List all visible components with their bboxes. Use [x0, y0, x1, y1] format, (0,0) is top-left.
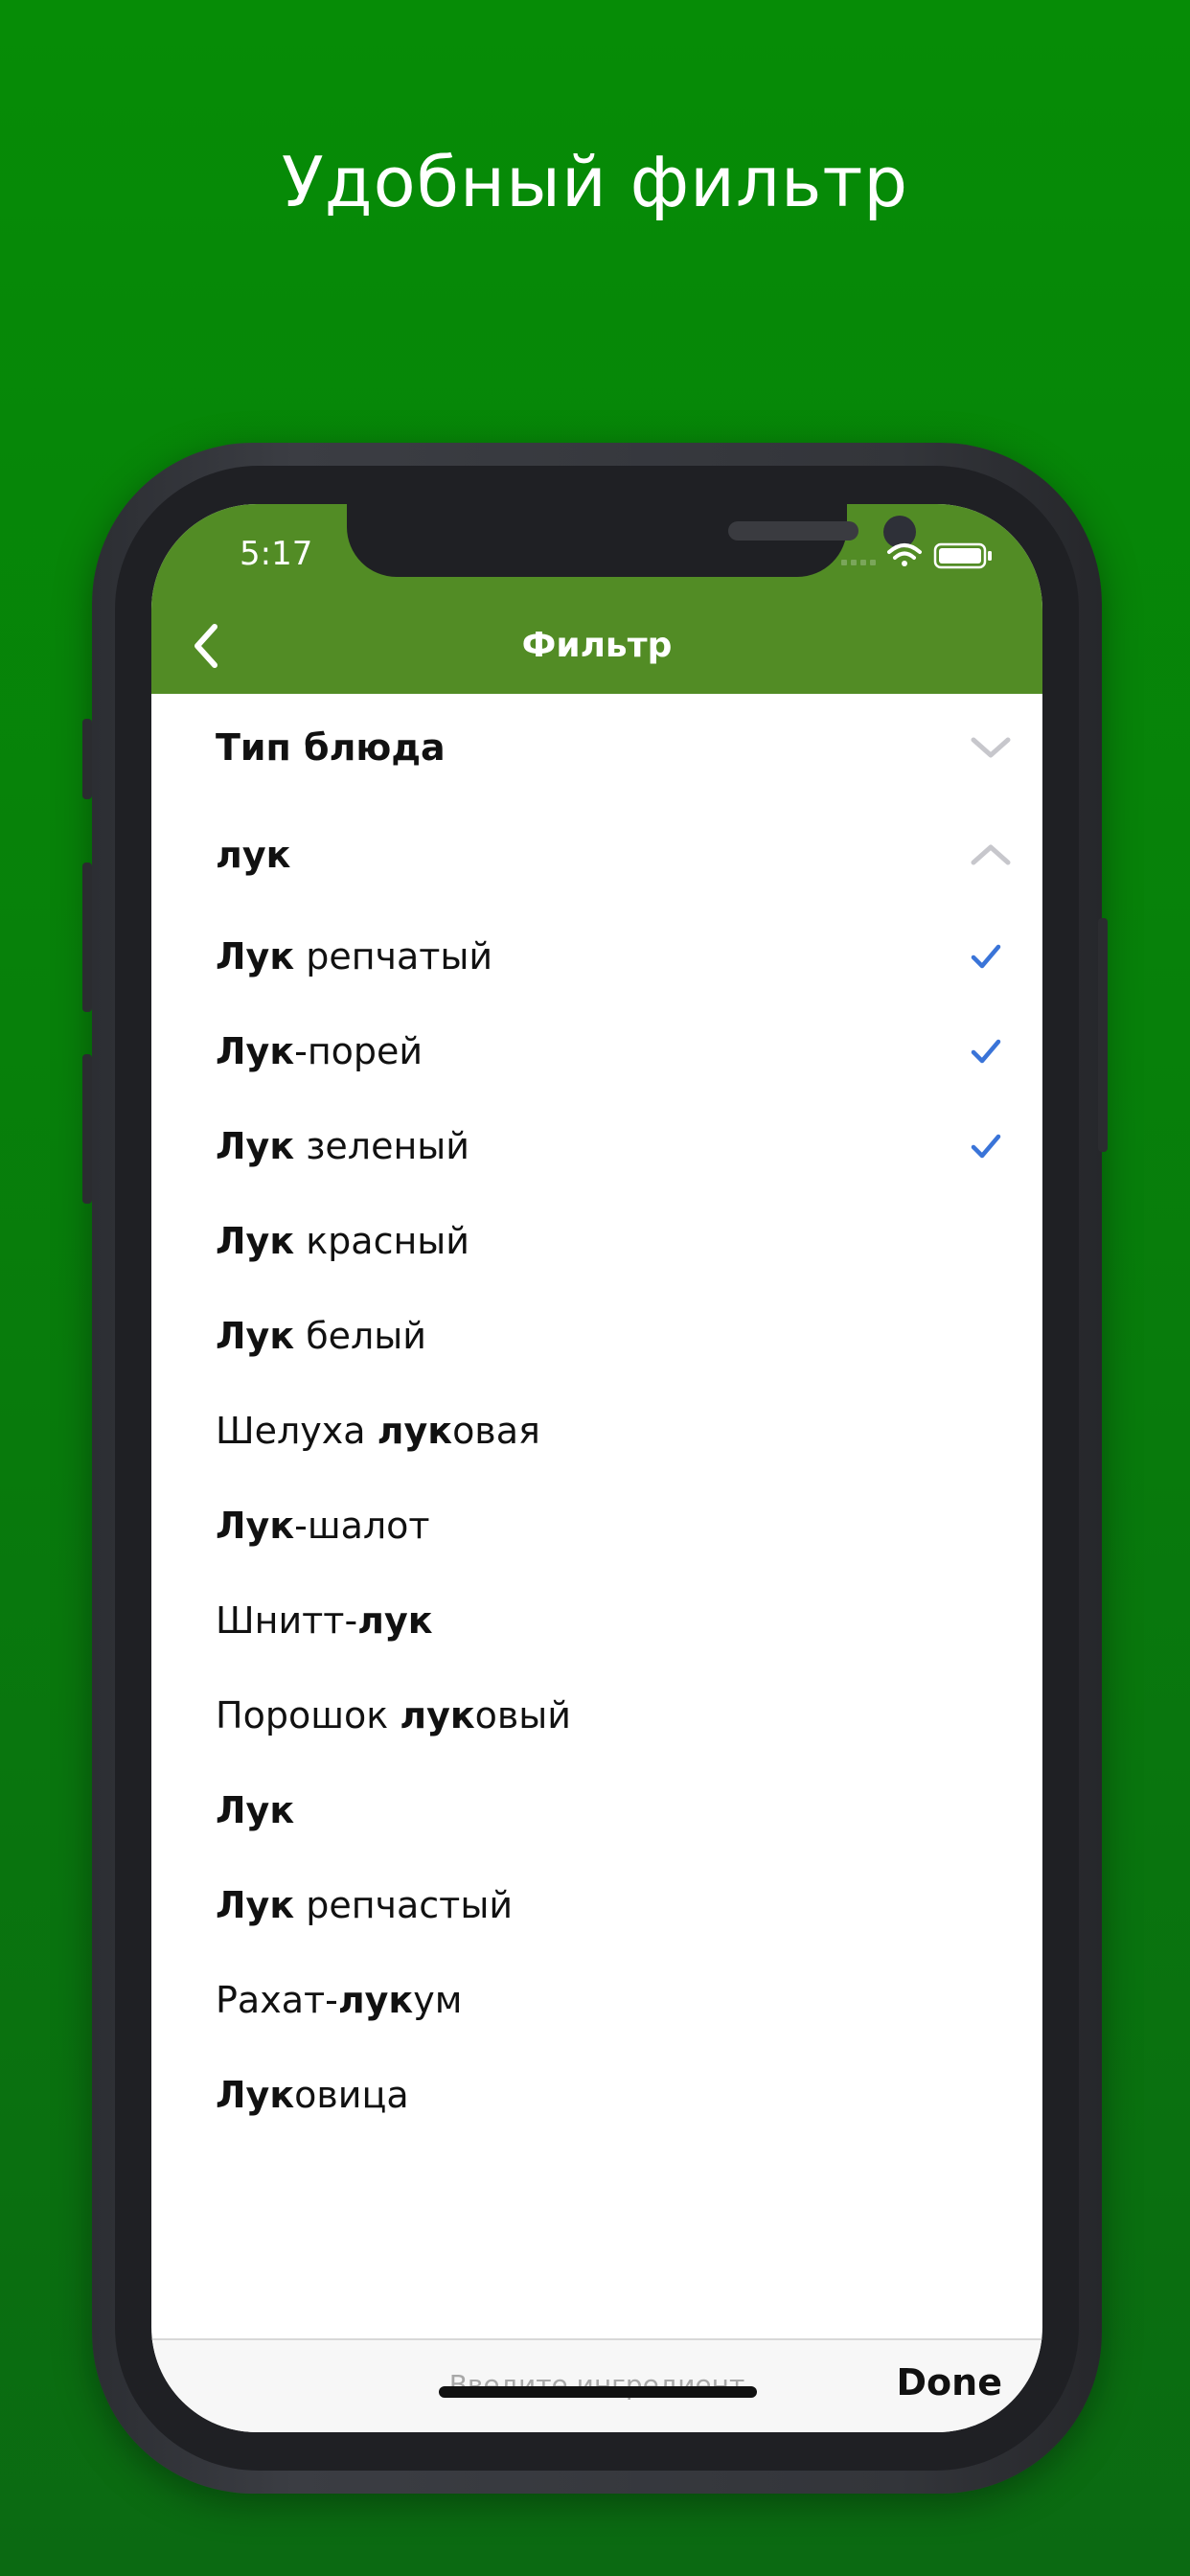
section-label: Тип блюда — [216, 726, 446, 769]
promo-headline: Удобный фильтр — [281, 142, 909, 222]
label-text: -шалот — [294, 1504, 430, 1547]
match-highlight: лук — [400, 1693, 475, 1736]
label-text: Рахат- — [216, 1978, 338, 2021]
ingredient-row[interactable]: Лук зеленый — [151, 1098, 1042, 1193]
ingredient-label: Шнитт-лук — [216, 1599, 433, 1642]
ingredient-row[interactable]: Лук белый — [151, 1288, 1042, 1383]
status-time: 5:17 — [240, 535, 313, 573]
ingredient-label: Шелуха луковая — [216, 1410, 540, 1452]
notch — [347, 504, 916, 577]
phone-power-button — [1098, 918, 1108, 1152]
match-highlight: Лук — [216, 2073, 295, 2116]
phone-side-button — [82, 719, 92, 799]
match-highlight: лук — [377, 1409, 453, 1452]
home-indicator — [439, 2386, 757, 2398]
ingredient-row[interactable]: Лук-шалот — [151, 1478, 1042, 1573]
ingredient-row[interactable]: Лук репчатый — [151, 908, 1042, 1003]
chevron-down-icon — [971, 737, 1011, 758]
ingredient-row[interactable]: Лук-порей — [151, 1003, 1042, 1098]
ingredient-label: Порошок луковый — [216, 1694, 571, 1736]
status-icons — [841, 539, 1023, 569]
label-text: -порей — [294, 1029, 423, 1072]
status-bar: 5:17 — [151, 504, 1042, 598]
ingredient-row[interactable]: Рахат-лукум — [151, 1952, 1042, 2047]
nav-bar: Фильтр — [151, 598, 1042, 694]
match-highlight: Лук — [216, 934, 295, 978]
ingredient-label: Лук красный — [216, 1220, 469, 1262]
label-text: зеленый — [294, 1124, 469, 1167]
ingredient-list: Лук репчатый Лук-порей Лук зеленый Лук крас… — [151, 908, 1042, 2142]
back-button[interactable] — [182, 619, 236, 673]
chevron-left-icon — [195, 624, 217, 668]
checkmark-icon — [971, 1039, 1001, 1063]
ingredient-label: Лук репчастый — [216, 1884, 513, 1926]
checkmark-icon — [971, 944, 1001, 968]
ingredient-label: Лук — [216, 1789, 294, 1831]
match-highlight: лук — [357, 1598, 433, 1642]
match-highlight: Лук — [216, 1124, 295, 1167]
battery-icon — [933, 542, 992, 569]
ingredient-label: Лук-порей — [216, 1030, 423, 1072]
match-highlight: Лук — [216, 1788, 295, 1831]
bottom-bar: Done — [151, 2338, 1042, 2432]
speaker-grille — [728, 521, 858, 540]
checkmark-icon — [971, 1134, 1001, 1158]
label-text: репчастый — [294, 1883, 514, 1926]
ingredient-label: Лук репчатый — [216, 935, 492, 978]
page-title: Фильтр — [521, 626, 673, 665]
section-label: лук — [216, 834, 291, 876]
label-text: красный — [294, 1219, 469, 1262]
label-text: Шелуха — [216, 1409, 378, 1452]
ingredient-row[interactable]: Шнитт-лук — [151, 1573, 1042, 1668]
section-search-term[interactable]: лук — [151, 801, 1042, 908]
label-text: Шнитт- — [216, 1598, 358, 1642]
ingredient-label: Луковица — [216, 2074, 409, 2116]
section-dish-type[interactable]: Тип блюда — [151, 694, 1042, 801]
label-text: овый — [474, 1693, 571, 1736]
label-text: овица — [294, 2073, 409, 2116]
match-highlight: Лук — [216, 1883, 295, 1926]
label-text: ум — [413, 1978, 463, 2021]
done-button[interactable]: Done — [897, 2361, 1002, 2404]
ingredient-label: Рахат-лукум — [216, 1979, 462, 2021]
match-highlight: Лук — [216, 1029, 295, 1072]
label-text: репчатый — [294, 934, 493, 978]
match-highlight: Лук — [216, 1219, 295, 1262]
phone-volume-up-button — [82, 862, 92, 1012]
ingredient-row[interactable]: Порошок луковый — [151, 1668, 1042, 1762]
filter-list: Тип блюда лук Лук репчатый Лук-порей Лук з… — [151, 694, 1042, 2142]
ingredient-row[interactable]: Лук — [151, 1762, 1042, 1857]
label-text: белый — [294, 1314, 427, 1357]
chevron-up-icon — [971, 844, 1011, 865]
ingredient-label: Лук белый — [216, 1315, 426, 1357]
signal-icon — [841, 560, 876, 565]
ingredient-search-input[interactable] — [391, 2363, 803, 2405]
ingredient-row[interactable]: Лук красный — [151, 1193, 1042, 1288]
match-highlight: Лук — [216, 1504, 295, 1547]
phone-volume-down-button — [82, 1054, 92, 1204]
label-text: овая — [452, 1409, 540, 1452]
match-highlight: Лук — [216, 1314, 295, 1357]
ingredient-label: Лук-шалот — [216, 1505, 430, 1547]
ingredient-row[interactable]: Лук репчастый — [151, 1857, 1042, 1952]
label-text: Порошок — [216, 1693, 400, 1736]
match-highlight: лук — [337, 1978, 414, 2021]
wifi-icon — [887, 543, 922, 566]
ingredient-row[interactable]: Луковица — [151, 2047, 1042, 2142]
phone-screen: 5:17 Фильтр Тип блюда лук Лук репчатый Л… — [151, 504, 1042, 2432]
ingredient-label: Лук зеленый — [216, 1125, 469, 1167]
ingredient-row[interactable]: Шелуха луковая — [151, 1383, 1042, 1478]
